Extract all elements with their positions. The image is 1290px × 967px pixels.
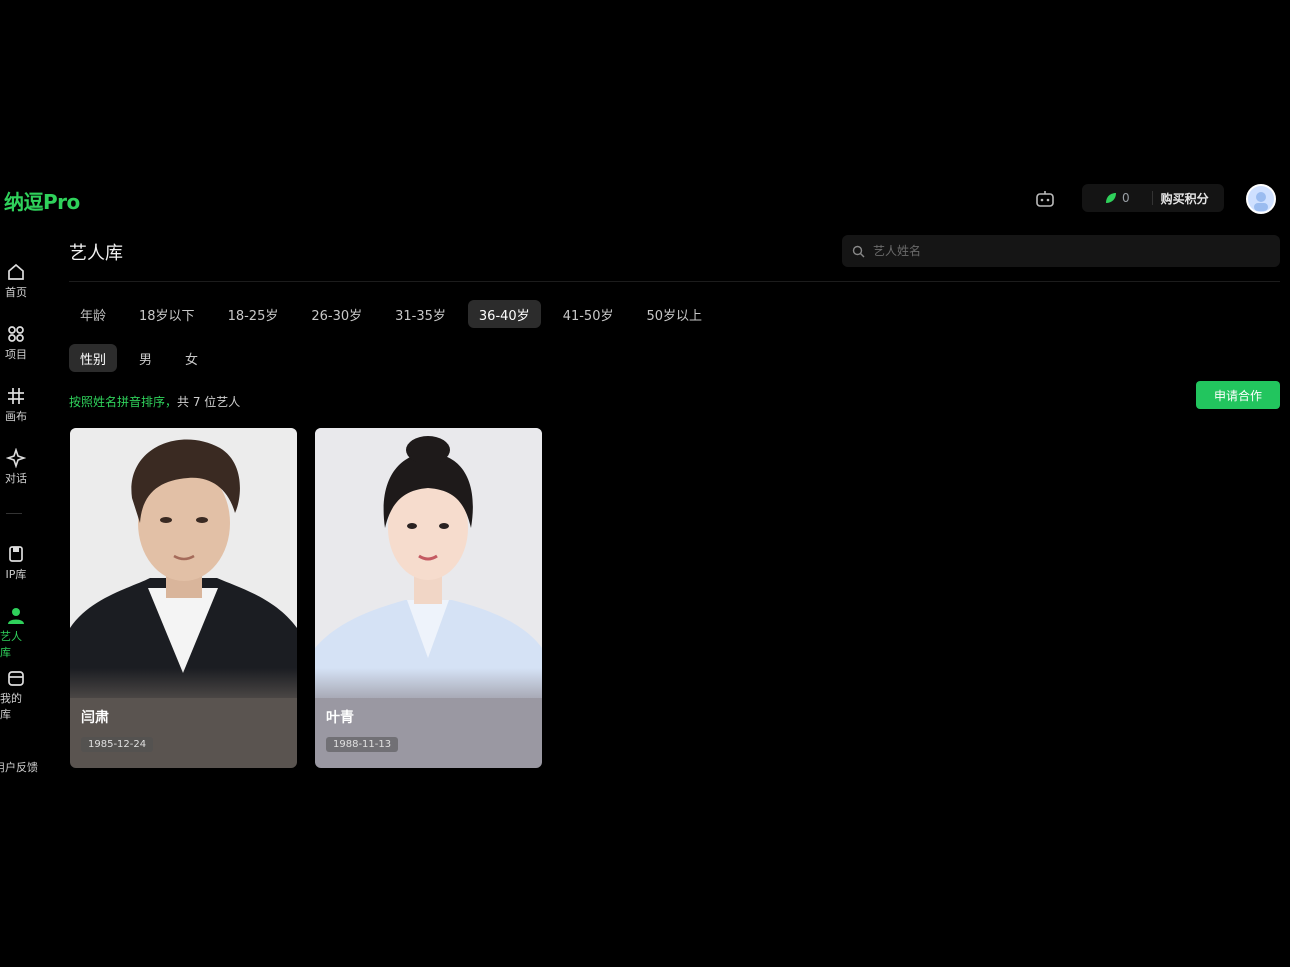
header-divider <box>69 281 1280 282</box>
age-option-over-50[interactable]: 50岁以上 <box>635 300 713 328</box>
buy-credits-button[interactable]: 购买积分 <box>1161 190 1209 207</box>
age-option-41-50[interactable]: 41-50岁 <box>552 300 625 328</box>
age-filter-label: 年龄 <box>80 308 107 324</box>
sparkle-icon <box>6 448 26 468</box>
photo-gradient <box>70 668 297 708</box>
artist-photo <box>315 428 542 698</box>
folder-icon <box>8 671 24 686</box>
leaf-icon <box>1106 193 1116 203</box>
apply-cooperation-button[interactable]: 申请合作 <box>1196 381 1280 409</box>
sidebar-item-label: 项目 <box>5 348 27 361</box>
sidebar-item-label: 艺人库 <box>0 630 22 659</box>
sidebar-item-label: 我的库 <box>0 692 22 721</box>
home-icon <box>8 263 24 280</box>
artist-count: 共 7 位艺人 <box>177 395 241 409</box>
artist-birthdate: 1985-12-24 <box>81 737 154 752</box>
page-title: 艺人库 <box>69 243 123 264</box>
user-feedback-link[interactable]: 用户反馈 <box>0 759 38 775</box>
sort-description: 按照姓名拼音排序， <box>69 395 178 409</box>
sidebar-item-label: IP库 <box>5 568 27 581</box>
sidebar-item-label: 对话 <box>5 472 27 485</box>
robot-icon[interactable] <box>1034 188 1056 210</box>
artist-card[interactable]: 叶青 1988-11-13 <box>315 428 542 768</box>
gender-option-female[interactable]: 女 <box>174 344 209 372</box>
age-option-under-18[interactable]: 18岁以下 <box>128 300 206 328</box>
artist-photo <box>70 428 297 698</box>
grid-icon <box>8 326 24 342</box>
age-filter: 年龄 18岁以下 18-25岁 26-30岁 31-35岁 36-40岁 41-… <box>69 300 724 328</box>
search-box[interactable] <box>842 235 1280 267</box>
sort-info: 按照姓名拼音排序，共 7 位艺人 <box>69 393 240 410</box>
sidebar-divider <box>6 513 22 514</box>
sidebar-item-home[interactable]: 首页 <box>0 262 32 300</box>
gender-filter-label[interactable]: 性别 <box>69 344 118 372</box>
user-icon <box>8 608 24 624</box>
sidebar-item-label: 首页 <box>5 286 27 299</box>
canvas-icon <box>8 388 24 404</box>
avatar-face-icon <box>1248 186 1274 212</box>
artist-name: 叶青 <box>326 710 354 726</box>
age-option-26-30[interactable]: 26-30岁 <box>300 300 373 328</box>
age-option-31-35[interactable]: 31-35岁 <box>384 300 457 328</box>
search-input[interactable] <box>873 244 1253 258</box>
artist-card[interactable]: 闫肃 1985-12-24 <box>70 428 297 768</box>
artist-name: 闫肃 <box>81 710 109 726</box>
app-logo[interactable]: 纳逗Pro <box>4 186 80 215</box>
photo-gradient <box>315 668 542 708</box>
gender-option-male[interactable]: 男 <box>128 344 163 372</box>
sidebar-item-artists[interactable]: 艺人库 <box>0 606 32 660</box>
age-option-18-25[interactable]: 18-25岁 <box>217 300 290 328</box>
sidebar-item-my-library[interactable]: 我的库 <box>0 668 32 722</box>
age-option-36-40[interactable]: 36-40岁 <box>467 300 541 328</box>
credits-count: 0 <box>1122 191 1130 205</box>
sidebar-item-canvas[interactable]: 画布 <box>0 386 32 424</box>
artist-birthdate: 1988-11-13 <box>326 737 399 752</box>
search-icon <box>852 245 865 257</box>
user-avatar[interactable] <box>1246 184 1276 214</box>
sidebar-item-chat[interactable]: 对话 <box>0 448 32 486</box>
gender-filter: 性别 男 女 <box>69 344 220 372</box>
credits-panel[interactable]: 0 购买积分 <box>1082 184 1224 212</box>
sidebar-item-projects[interactable]: 项目 <box>0 324 32 362</box>
credits-separator <box>1151 191 1153 205</box>
sidebar-item-label: 画布 <box>5 410 27 423</box>
sidebar-item-ip-library[interactable]: IP库 <box>0 544 32 582</box>
bookmark-icon <box>9 546 23 562</box>
app-root: 纳逗Pro 0 购买积分 首页 项目 画布 对话 IP库 艺人库 我的库 户反馈… <box>0 0 1290 967</box>
